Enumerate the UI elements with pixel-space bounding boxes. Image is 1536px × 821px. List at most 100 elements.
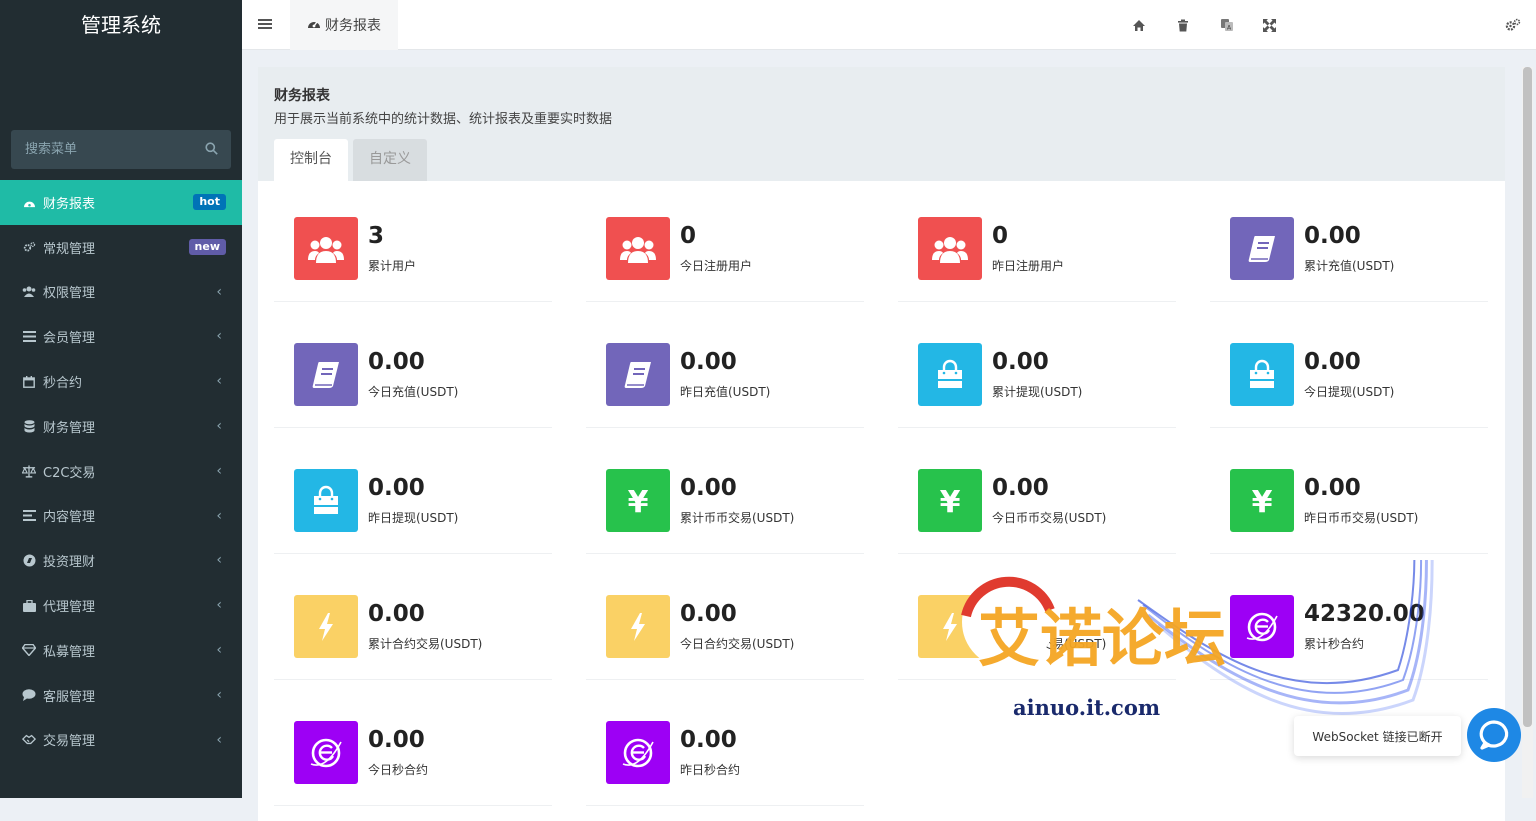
align-left-icon xyxy=(22,509,36,523)
stat-label: 昨日合约交易(USDT) xyxy=(992,637,1107,651)
users-icon xyxy=(606,217,670,280)
sidebar-item-label: 秒合约 xyxy=(43,376,83,392)
panel-header: 财务报表 用于展示当前系统中的统计数据、统计报表及重要实时数据 控制台 自定义 xyxy=(258,67,1505,181)
stat-value: 0.00 xyxy=(680,601,737,627)
yen-icon: ¥ xyxy=(606,469,670,532)
tab-custom[interactable]: 自定义 xyxy=(353,139,427,181)
bolt-icon xyxy=(606,595,670,658)
scrollbar-thumb[interactable] xyxy=(1523,67,1532,727)
stat-value: 0.00 xyxy=(368,349,425,375)
users-icon xyxy=(22,285,36,299)
diamond-icon xyxy=(22,643,36,657)
sidebar-item-finance-management[interactable]: 财务管理 ‹ xyxy=(0,404,242,449)
websocket-status-tooltip: WebSocket 链接已断开 xyxy=(1294,716,1461,756)
sidebar-item-c2c-trading[interactable]: C2C交易 ‹ xyxy=(0,449,242,494)
sidebar-item-trade-management[interactable]: 交易管理 ‹ xyxy=(0,718,242,763)
sidebar-toggle-icon[interactable] xyxy=(258,17,272,31)
sidebar-badge: hot xyxy=(193,194,226,210)
stat-card: 0.00 昨日秒合约 xyxy=(586,685,864,806)
stat-card: 0.00 累计合约交易(USDT) xyxy=(274,559,552,680)
stat-label: 累计合约交易(USDT) xyxy=(368,637,483,651)
bolt-icon xyxy=(918,595,982,658)
translate-icon[interactable]: A xyxy=(1218,16,1236,34)
sidebar-item-content-management[interactable]: 内容管理 ‹ xyxy=(0,494,242,539)
dashboard-icon xyxy=(22,195,36,209)
stat-value: 0 xyxy=(680,223,697,249)
stat-label: 今日注册用户 xyxy=(680,259,753,273)
shopping-bag-icon xyxy=(1230,343,1294,406)
stat-value: 0.00 xyxy=(368,601,425,627)
stat-label: 今日充值(USDT) xyxy=(368,385,459,399)
svg-text:¥: ¥ xyxy=(1252,486,1273,516)
chevron-left-icon: ‹ xyxy=(216,328,222,345)
chevron-left-icon: ‹ xyxy=(216,417,222,434)
tab-console[interactable]: 控制台 xyxy=(274,139,348,181)
page-scrollbar[interactable] xyxy=(1522,67,1533,798)
contract-icon xyxy=(606,721,670,784)
yen-icon: ¥ xyxy=(1230,469,1294,532)
sidebar-item-label: 权限管理 xyxy=(43,286,96,302)
sidebar-item-label: 私募管理 xyxy=(43,644,96,660)
chevron-left-icon: ‹ xyxy=(216,462,222,479)
trash-icon[interactable] xyxy=(1174,16,1192,34)
stat-card: 0 今日注册用户 xyxy=(586,181,864,302)
sidebar-item-member-management[interactable]: 会员管理 ‹ xyxy=(0,314,242,359)
stat-card: ¥0.00 昨日币币交易(USDT) xyxy=(1210,433,1488,554)
stat-card: 0.00 累计提现(USDT) xyxy=(898,307,1176,428)
sidebar-item-private-placement[interactable]: 私募管理 ‹ xyxy=(0,628,242,673)
sidebar-item-label: 客服管理 xyxy=(43,689,96,705)
stat-card: 0.00 昨日提现(USDT) xyxy=(274,433,552,554)
book-icon xyxy=(1230,217,1294,280)
stat-card: 42320.00 累计秒合约 xyxy=(1210,559,1488,680)
chat-bubble-icon xyxy=(1479,720,1509,750)
yen-icon: ¥ xyxy=(918,469,982,532)
sidebar-item-financial-report[interactable]: 财务报表 hot xyxy=(0,180,242,225)
stat-label: 昨日注册用户 xyxy=(992,259,1065,273)
calendar-icon xyxy=(22,375,36,389)
stat-card: 3 累计用户 xyxy=(274,181,552,302)
sidebar-item-label: 投资理财 xyxy=(43,555,96,571)
stat-value: 0.00 xyxy=(680,349,737,375)
sidebar-item-second-contract[interactable]: 秒合约 ‹ xyxy=(0,359,242,404)
stat-value: 3 xyxy=(368,223,385,249)
home-icon[interactable] xyxy=(1130,16,1148,34)
sidebar-item-customer-service[interactable]: 客服管理 ‹ xyxy=(0,673,242,718)
sidebar-item-agent-management[interactable]: 代理管理 ‹ xyxy=(0,583,242,628)
chevron-left-icon: ‹ xyxy=(216,641,222,658)
chevron-left-icon: ‹ xyxy=(216,283,222,300)
tab-financial-report[interactable]: 财务报表 xyxy=(290,0,398,50)
stat-label: 累计用户 xyxy=(368,259,417,273)
stat-card: ¥0.00 今日币币交易(USDT) xyxy=(898,433,1176,554)
sidebar-menu: 财务报表 hot 常规管理 new 权限管理 ‹ 会员管理 ‹ 秒合约 ‹ 财务管理 ‹ C2C交易 ‹ 内… xyxy=(0,180,242,762)
settings-gears-icon[interactable] xyxy=(1504,16,1522,34)
chevron-left-icon: ‹ xyxy=(216,552,222,569)
sidebar-item-general-management[interactable]: 常规管理 new xyxy=(0,225,242,270)
stat-value: 0.00 xyxy=(368,475,425,501)
search-icon[interactable] xyxy=(205,142,218,159)
sidebar-item-label: 交易管理 xyxy=(43,734,96,750)
chat-support-button[interactable] xyxy=(1467,708,1521,762)
menu-search xyxy=(11,130,231,169)
page-description: 用于展示当前系统中的统计数据、统计报表及重要实时数据 xyxy=(274,112,613,127)
fullscreen-icon[interactable] xyxy=(1260,16,1278,34)
stat-card: 0.00 今日秒合约 xyxy=(274,685,552,806)
stat-card: 0 昨日注册用户 xyxy=(898,181,1176,302)
book-icon xyxy=(294,343,358,406)
sidebar-item-permission-management[interactable]: 权限管理 ‹ xyxy=(0,270,242,315)
menu-search-input[interactable] xyxy=(11,130,191,169)
sidebar: 管理系统 财务报表hot常规管理new权限管理‹会员管理‹秒合约‹财务管理‹C2… xyxy=(0,0,242,798)
stat-value: 0 xyxy=(992,223,1009,249)
app-title: 管理系统 xyxy=(81,13,161,37)
sidebar-item-investment-finance[interactable]: 投资理财 ‹ xyxy=(0,538,242,583)
handshake-icon xyxy=(22,733,36,747)
stat-label: 今日提现(USDT) xyxy=(1304,385,1395,399)
chevron-left-icon: ‹ xyxy=(216,373,222,390)
stat-card: ¥0.00 累计币币交易(USDT) xyxy=(586,433,864,554)
stat-card: 0.00 今日合约交易(USDT) xyxy=(586,559,864,680)
sidebar-item-label: 内容管理 xyxy=(43,510,96,526)
stat-label: 今日秒合约 xyxy=(368,763,429,777)
users-icon xyxy=(294,217,358,280)
stat-value: 0.00 xyxy=(1304,223,1361,249)
database-icon xyxy=(22,419,36,433)
stat-label: 昨日秒合约 xyxy=(680,763,741,777)
